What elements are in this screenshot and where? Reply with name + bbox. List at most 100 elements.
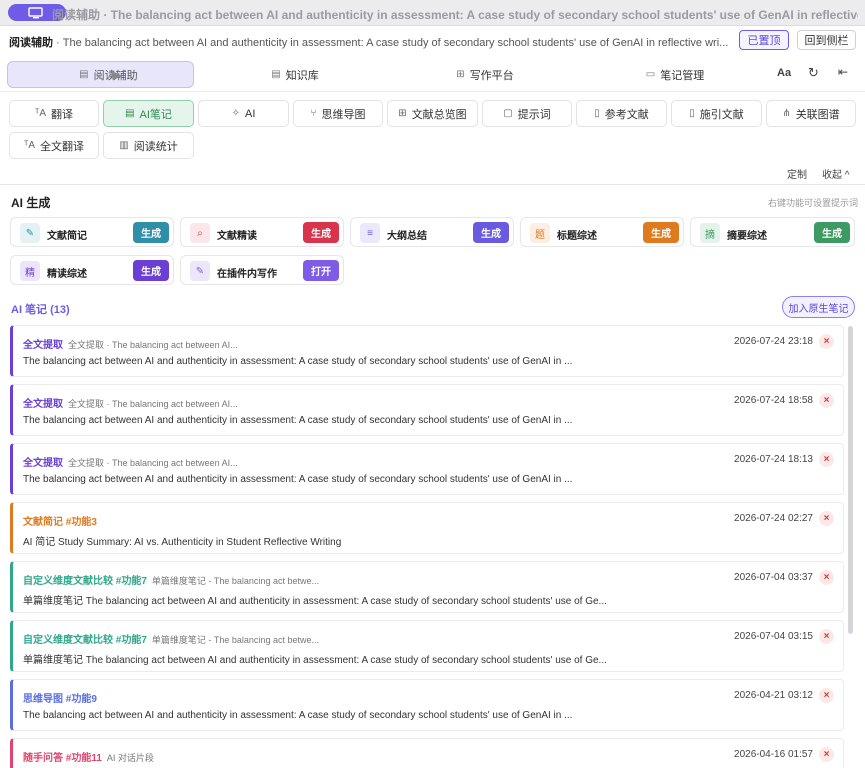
tool-translate[interactable]: ᵀA 翻译 <box>9 100 99 127</box>
note-subtitle: 单篇维度笔记 - The balancing act betwe... <box>151 635 319 645</box>
generate-button[interactable]: 生成 <box>303 222 339 243</box>
delete-note-icon[interactable]: × <box>819 511 834 526</box>
tool-label: 提示词 <box>517 108 551 121</box>
note-item[interactable]: 全文提取 全文提取 · The balancing act between AI.… <box>10 384 844 436</box>
ai-generate-card[interactable]: ✎ 文献简记 生成 <box>10 217 174 247</box>
tool-reading-stats[interactable]: ▥ 阅读统计 <box>103 132 194 159</box>
note-tag-row: 文献简记 #功能3 <box>23 513 97 528</box>
add-native-note-button[interactable]: 加入原生笔记 <box>782 296 855 318</box>
tool-full-translate[interactable]: ᵀA 全文翻译 <box>9 132 99 159</box>
font-size-button[interactable]: Aa <box>777 67 791 79</box>
ai-card-icon: ≡ <box>360 223 380 243</box>
note-subtitle: 单篇维度笔记 - The balancing act betwe... <box>151 576 319 586</box>
delete-note-icon[interactable]: × <box>819 629 834 644</box>
note-icon: ▤ <box>125 108 135 119</box>
tab-label: 笔记管理 <box>660 69 705 82</box>
tool-prompts[interactable]: ▢ 提示词 <box>482 100 572 127</box>
note-body: The balancing act between AI and authent… <box>23 710 573 721</box>
tool-ai[interactable]: ✧ AI <box>198 100 289 127</box>
window-titlebar: 阅读辅助 · The balancing act between AI and … <box>0 0 865 26</box>
window-title: 阅读辅助 · The balancing act between AI and … <box>52 8 858 22</box>
customize-link[interactable]: 定制 <box>787 166 807 181</box>
main-nav: ▤ 阅读辅助 ▶ ▤ 知识库 ⊞ 写作平台 ▭ 笔记管理 Aa ↻ ⇤ <box>0 58 865 92</box>
generate-button[interactable]: 打开 <box>303 260 339 281</box>
scrollbar[interactable] <box>848 326 853 634</box>
ai-card-icon: ✎ <box>190 261 210 281</box>
note-date: 2026-07-24 23:18 <box>734 336 813 347</box>
monitor-icon <box>28 6 43 18</box>
ai-generate-card[interactable]: 摘摘要综述 生成 <box>690 217 855 247</box>
note-date: 2026-07-04 03:15 <box>734 631 813 642</box>
tab-knowledge-base[interactable]: ▤ 知识库 <box>200 61 390 88</box>
pinned-button[interactable]: 已置顶 <box>739 30 789 50</box>
ai-generate-card[interactable]: 精精读综述 生成 <box>10 255 174 285</box>
note-date: 2026-07-24 18:13 <box>734 454 813 465</box>
bar-chart-icon: ▥ <box>119 140 129 151</box>
grid-icon: ⊞ <box>456 69 465 80</box>
note-tag: 自定义维度文献比较 #功能7 <box>23 635 147 646</box>
delete-note-icon[interactable]: × <box>819 688 834 703</box>
tool-label: 翻译 <box>51 108 73 121</box>
note-item[interactable]: 自定义维度文献比较 #功能7 单篇维度笔记 - The balancing act… <box>10 620 844 672</box>
note-item[interactable]: 随手问答 #功能11 AI 对话片段 2026-04-16 01:57 × <box>10 738 844 768</box>
document-title: 阅读辅助 · The balancing act between AI and … <box>9 34 731 50</box>
ai-card-label: 文献简记 <box>47 231 87 242</box>
tool-references[interactable]: ▯ 参考文献 <box>576 100 667 127</box>
delete-note-icon[interactable]: × <box>819 393 834 408</box>
note-item[interactable]: 自定义维度文献比较 #功能7 单篇维度笔记 - The balancing act… <box>10 561 844 613</box>
database-icon: ▤ <box>271 69 281 80</box>
ai-generate-card[interactable]: 题标题综述 生成 <box>520 217 684 247</box>
note-item[interactable]: 思维导图 #功能9 2026-04-21 03:12 × The balancing … <box>10 679 844 731</box>
generate-button[interactable]: 生成 <box>133 260 169 281</box>
note-body: AI 简记 Study Summary: AI vs. Authenticity… <box>23 537 342 548</box>
tool-label: 全文翻译 <box>40 140 84 153</box>
note-tag-row: 思维导图 #功能9 <box>23 690 97 705</box>
note-date: 2026-04-21 03:12 <box>734 690 813 701</box>
refresh-icon[interactable]: ↻ <box>808 65 819 81</box>
delete-note-icon[interactable]: × <box>819 334 834 349</box>
tab-writing-platform[interactable]: ⊞ 写作平台 <box>390 61 580 88</box>
tab-note-management[interactable]: ▭ 笔记管理 <box>580 61 770 88</box>
note-tag-row: 全文提取 全文提取 · The balancing act between AI.… <box>23 395 238 410</box>
tool-relation-graph[interactable]: ⋔ 关联图谱 <box>766 100 856 127</box>
panel-header: 阅读辅助 · The balancing act between AI and … <box>0 27 865 55</box>
generate-button[interactable]: 生成 <box>643 222 679 243</box>
note-item[interactable]: 全文提取 全文提取 · The balancing act between AI.… <box>10 443 844 495</box>
note-tag-row: 自定义维度文献比较 #功能7 单篇维度笔记 - The balancing act… <box>23 572 319 587</box>
tool-label: 阅读统计 <box>133 140 178 153</box>
tool-literature-overview[interactable]: ⊞ 文献总览图 <box>387 100 478 127</box>
delete-note-icon[interactable]: × <box>819 747 834 762</box>
note-item[interactable]: 全文提取 全文提取 · The balancing act between AI.… <box>10 325 844 377</box>
note-body: 单篇维度笔记 The balancing act between AI and … <box>23 655 607 666</box>
delete-note-icon[interactable]: × <box>819 452 834 467</box>
note-tag: 全文提取 <box>23 458 63 469</box>
ai-generate-card[interactable]: ≡ 大纲总结 生成 <box>350 217 514 247</box>
tab-reading-assist[interactable]: ▤ 阅读辅助 ▶ <box>7 61 194 88</box>
generate-button[interactable]: 生成 <box>473 222 509 243</box>
generate-button[interactable]: 生成 <box>133 222 169 243</box>
tab-label: 知识库 <box>285 69 319 82</box>
tool-citing-literature[interactable]: ▯ 施引文献 <box>671 100 762 127</box>
ai-card-icon: ✎ <box>20 223 40 243</box>
delete-note-icon[interactable]: × <box>819 570 834 585</box>
note-item[interactable]: 文献简记 #功能3 2026-07-24 02:27 × AI 简记 Study Su… <box>10 502 844 554</box>
back-to-sidebar-button[interactable]: 回到侧栏 <box>797 30 856 50</box>
grid-icon: ⊞ <box>398 108 407 119</box>
ai-notes-title: AI 笔记 (13) <box>11 304 70 316</box>
ai-card-label: 摘要综述 <box>727 231 767 242</box>
ai-generate-card[interactable]: ✎ 在插件内写作 打开 <box>180 255 344 285</box>
note-body: 单篇维度笔记 The balancing act between AI and … <box>23 596 607 607</box>
cursor-icon: ▶ <box>112 67 122 82</box>
ai-generate-card[interactable]: ⌕ 文献精读 生成 <box>180 217 344 247</box>
tool-mindmap[interactable]: ⑂ 思维导图 <box>293 100 383 127</box>
note-subtitle: 全文提取 · The balancing act between AI... <box>68 458 238 468</box>
collapse-link[interactable]: 收起 ^ <box>822 166 849 181</box>
tool-label: 文献总览图 <box>411 108 467 121</box>
tool-ai-notes[interactable]: ▤ AI笔记 <box>103 100 194 127</box>
note-subtitle: 全文提取 · The balancing act between AI... <box>68 399 238 409</box>
ai-card-icon: 题 <box>530 223 550 243</box>
generate-button[interactable]: 生成 <box>814 222 850 243</box>
ai-card-label: 标题综述 <box>557 231 597 242</box>
file-icon: ▯ <box>689 108 695 119</box>
collapse-left-icon[interactable]: ⇤ <box>838 65 848 79</box>
